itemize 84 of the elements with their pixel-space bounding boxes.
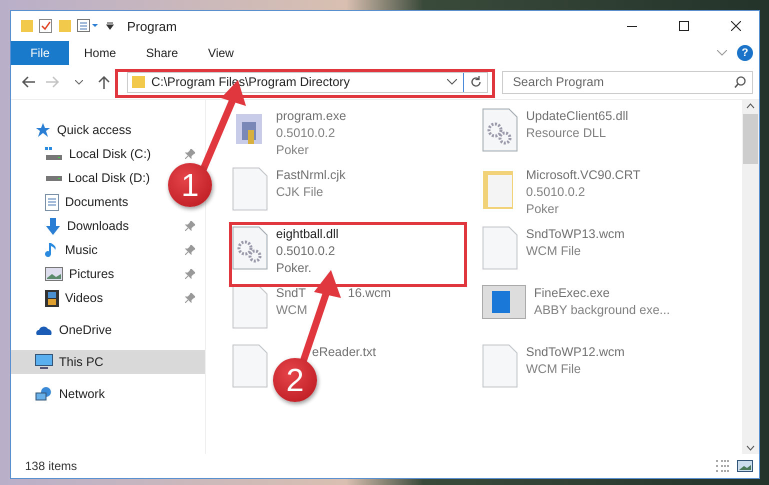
file-icon — [482, 344, 518, 388]
customize-caret-icon[interactable] — [105, 21, 115, 31]
ribbon-tab[interactable]: File — [11, 41, 69, 65]
maximize-icon — [679, 21, 689, 31]
pin-icon — [185, 269, 195, 279]
file-detail: Poker. — [276, 260, 312, 277]
tiles-view-icon[interactable] — [737, 460, 753, 472]
up-arrow-icon — [98, 75, 110, 89]
ribbon-tab[interactable]: Home — [69, 41, 132, 65]
cloud-icon — [35, 324, 53, 336]
item-count: 138 items — [25, 459, 78, 473]
pin-icon — [185, 293, 195, 303]
window-icon — [482, 285, 526, 319]
file-name[interactable]: eReader.txt — [312, 344, 376, 361]
file-icon — [482, 226, 518, 270]
nav-item[interactable]: Music — [11, 238, 205, 262]
file-icon — [232, 167, 268, 211]
nav-item[interactable]: Local Disk (D:) — [11, 166, 160, 190]
nav-item[interactable]: Quick access — [11, 118, 142, 142]
properties-icon[interactable] — [77, 19, 99, 33]
back-arrow-icon — [20, 76, 35, 88]
file-detail: 0.5010.0.2 — [276, 125, 336, 142]
file-name[interactable]: Microsoft.VC90.CRT — [526, 167, 640, 184]
pin-icon — [185, 245, 195, 255]
file-name[interactable]: SndToWP12.wcm — [526, 344, 625, 361]
file-icon — [232, 285, 268, 329]
ribbon-tab[interactable]: Share — [131, 41, 194, 65]
drive-icon — [46, 176, 62, 180]
close-icon — [731, 21, 741, 31]
document-icon — [45, 194, 59, 210]
file-name[interactable]: eightball.dll — [276, 226, 339, 243]
file-name[interactable]: 16.wcm — [348, 285, 391, 302]
file-icon — [232, 344, 268, 388]
nav-item[interactable]: Documents — [11, 190, 138, 214]
file-name[interactable]: FastNrml.cjk — [276, 167, 346, 184]
download-icon — [45, 218, 61, 234]
details-view-icon[interactable] — [715, 460, 731, 472]
gear-file-icon — [482, 108, 518, 152]
drive-icon — [45, 147, 63, 161]
search-box[interactable]: Search Program — [502, 70, 753, 94]
file-detail: WCM File — [526, 243, 581, 260]
forward-arrow-icon — [46, 76, 60, 88]
file-name[interactable]: SndToWP13.wcm — [526, 226, 625, 243]
nav-item[interactable]: Videos — [11, 286, 205, 310]
file-detail: WCM File — [526, 361, 581, 378]
address-field[interactable]: C:\Program Files\Program Directory — [127, 72, 488, 92]
nav-item[interactable]: Pictures — [11, 262, 205, 286]
nav-item[interactable]: Downloads — [11, 214, 205, 238]
file-detail: CJK File — [276, 184, 324, 201]
nav-item[interactable]: Network — [11, 382, 115, 406]
scrollbar-thumb[interactable] — [743, 114, 758, 164]
address-path: C:\Program Files\Program Directory — [151, 75, 351, 89]
nav-item[interactable]: Local Disk (C:) — [11, 142, 205, 166]
pin-icon — [185, 149, 195, 159]
pin-icon — [185, 221, 195, 231]
refresh-icon[interactable] — [470, 76, 482, 88]
file-detail: Poker — [276, 142, 309, 159]
network-icon — [35, 386, 53, 402]
caret-icon — [74, 80, 83, 84]
search-icon — [734, 76, 746, 88]
file-name[interactable]: UpdateClient65.dll — [526, 108, 628, 125]
gear-file-icon — [232, 226, 268, 270]
file-name[interactable]: program.exe — [276, 108, 346, 125]
folder-icon — [132, 76, 146, 88]
film-icon — [45, 290, 59, 306]
expand-ribbon-icon[interactable] — [717, 50, 727, 56]
file-detail: 0.5010.0.2 — [526, 184, 586, 201]
star-icon — [35, 122, 51, 138]
file-detail: WCM — [276, 302, 308, 319]
monitor-icon — [35, 354, 53, 370]
file-detail: ABBY background exe... — [534, 302, 670, 319]
nav-item[interactable]: This PC — [11, 350, 205, 374]
file-name[interactable]: SndT — [276, 285, 306, 302]
file-detail: 0.5010.0.2 — [276, 243, 336, 260]
dropdown-caret-icon[interactable] — [446, 79, 457, 85]
ribbon-tab[interactable]: View — [193, 41, 249, 65]
file-detail: Resource DLL — [526, 125, 606, 142]
file-name[interactable]: FineExec.exe — [534, 285, 610, 302]
checklist-icon[interactable] — [39, 19, 53, 33]
picture-icon — [45, 267, 63, 281]
nav-item[interactable]: OneDrive — [11, 318, 122, 342]
help-button[interactable]: ? — [737, 45, 753, 61]
window-title: Program — [127, 18, 178, 34]
file-detail: Poker — [526, 201, 559, 218]
